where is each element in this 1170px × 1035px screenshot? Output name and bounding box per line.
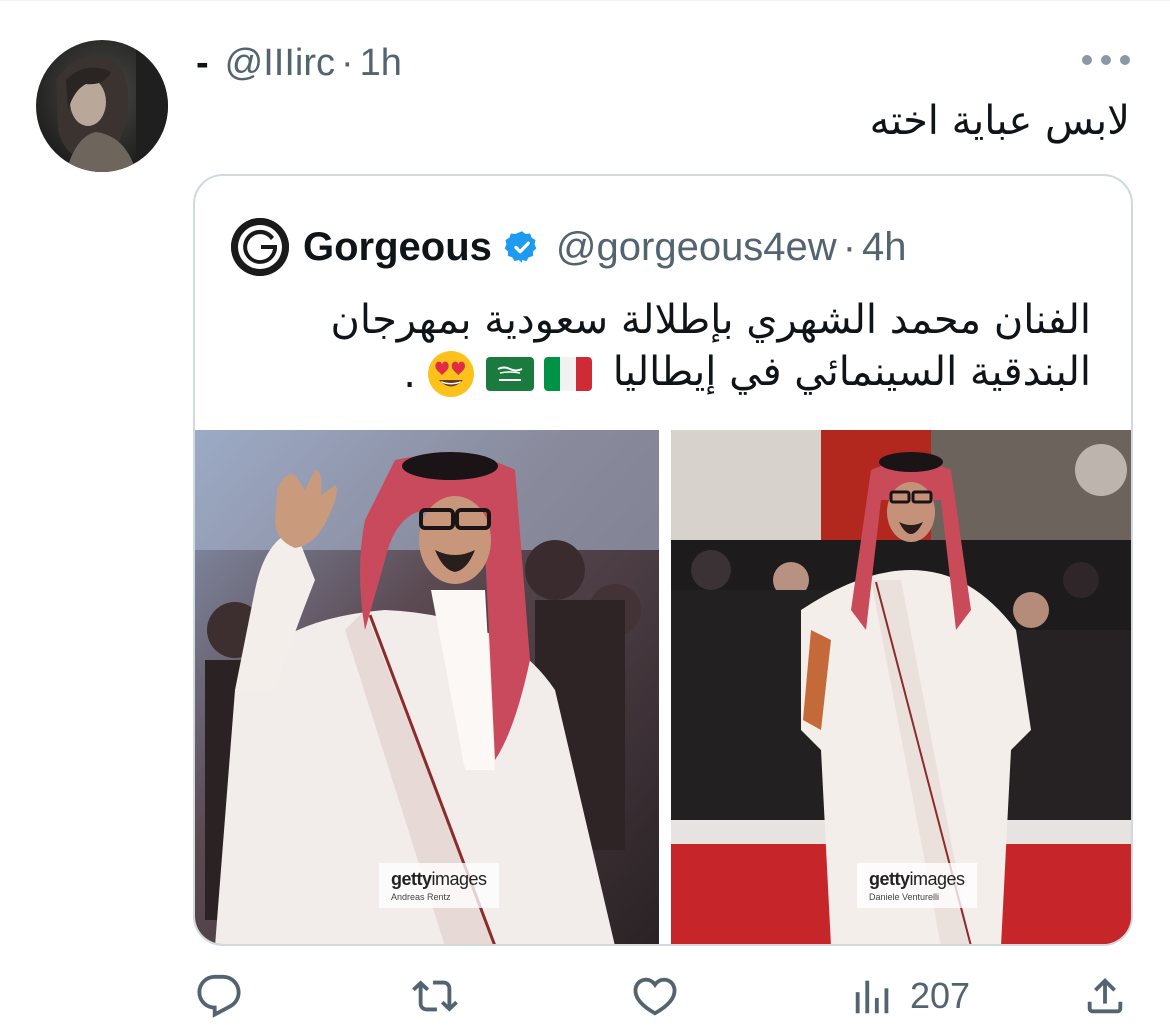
- like-icon: [633, 977, 677, 1016]
- tweet-text: لابس عباية اخته: [869, 98, 1130, 144]
- quote-text-line-2: البندقية السينمائي في إيطاليا: [612, 349, 1091, 395]
- share-button[interactable]: [1082, 966, 1128, 1026]
- emoji-row: .: [403, 348, 592, 400]
- views-icon: [855, 980, 889, 1014]
- heart-eyes-face-icon: [426, 349, 476, 399]
- quote-handle[interactable]: @gorgeous4ew: [556, 225, 837, 270]
- top-divider: [0, 0, 1170, 1]
- dot: [1082, 55, 1092, 65]
- quote-timestamp[interactable]: 4h: [862, 225, 907, 270]
- photo-credit: Andreas Rentz: [391, 892, 451, 902]
- profile-photo: [36, 40, 168, 172]
- quote-text: الفنان محمد الشهري بإطلالة سعودية بمهرجا…: [231, 294, 1091, 400]
- more-options-icon[interactable]: [1082, 48, 1130, 72]
- photo-credit: Daniele Venturelli: [869, 892, 940, 902]
- italy-flag-icon: [544, 357, 592, 391]
- getty-brand: gettyimages: [869, 869, 965, 889]
- quote-text-line: الفنان محمد الشهري بإطلالة سعودية بمهرجا…: [330, 297, 1092, 343]
- reply-button[interactable]: [196, 966, 242, 1026]
- quoted-tweet[interactable]: Gorgeous @gorgeous4ew · 4h الفنان محمد ا…: [193, 174, 1133, 946]
- quote-header: Gorgeous @gorgeous4ew · 4h: [231, 218, 907, 276]
- tweet-header: - @IIIirc · 1h: [196, 38, 402, 88]
- tweet-actions: 207: [190, 966, 1150, 1026]
- quote-text-end: .: [403, 351, 416, 397]
- quote-text-line: البندقية السينمائي في إيطاليا .: [231, 346, 1091, 400]
- retweet-icon: [412, 980, 458, 1012]
- media-grid: gettyimages Andreas Rentz gettyimages Da…: [195, 430, 1131, 944]
- avatar[interactable]: [36, 40, 168, 172]
- getty-watermark: gettyimages Andreas Rentz: [379, 863, 499, 908]
- quote-avatar[interactable]: [231, 218, 289, 276]
- saudi-flag-icon: [486, 357, 534, 391]
- user-handle[interactable]: @IIIirc: [225, 42, 335, 85]
- views-button[interactable]: 207: [850, 966, 970, 1026]
- retweet-button[interactable]: [412, 966, 458, 1026]
- photo-1[interactable]: gettyimages Andreas Rentz: [195, 430, 659, 944]
- separator-dot: ·: [341, 41, 354, 84]
- quote-display-name[interactable]: Gorgeous: [303, 225, 492, 270]
- reply-icon: [197, 974, 241, 1018]
- display-name[interactable]: -: [196, 42, 209, 85]
- verified-badge-icon: [504, 231, 537, 263]
- dot: [1120, 55, 1130, 65]
- quote-separator-dot: ·: [842, 224, 857, 269]
- like-button[interactable]: [632, 966, 678, 1026]
- g-logo-icon: [231, 218, 289, 276]
- photo-2[interactable]: gettyimages Daniele Venturelli: [671, 430, 1131, 944]
- share-icon: [1087, 977, 1123, 1014]
- dot: [1101, 55, 1111, 65]
- getty-watermark: gettyimages Daniele Venturelli: [857, 863, 977, 908]
- views-count: 207: [910, 975, 971, 1016]
- timestamp[interactable]: 1h: [360, 42, 402, 85]
- getty-brand: gettyimages: [391, 869, 487, 889]
